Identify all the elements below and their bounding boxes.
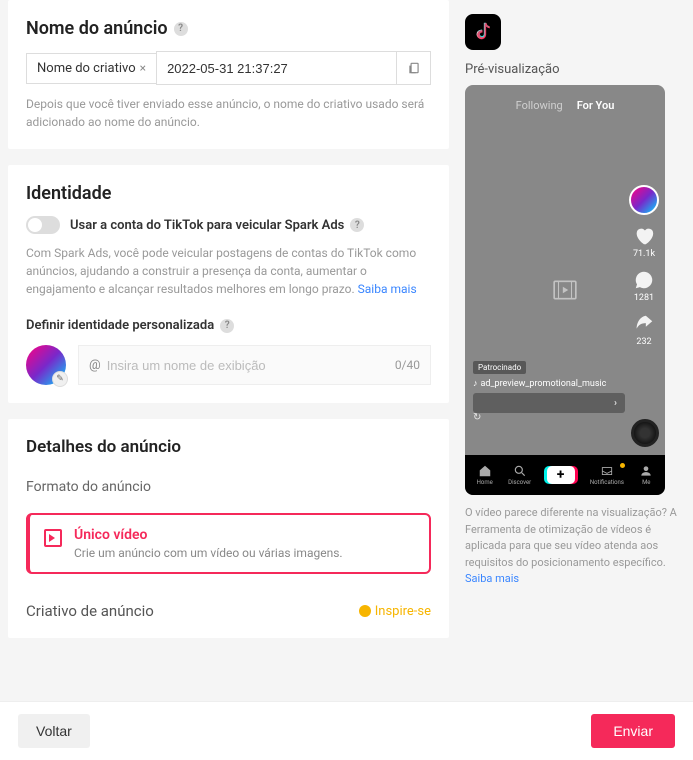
identity-section: Identidade Usar a conta do TikTok para v… xyxy=(8,165,449,403)
comment-count: 1281 xyxy=(634,293,654,303)
user-icon xyxy=(639,464,653,478)
share-count: 232 xyxy=(636,337,651,347)
nav-discover-label: Discover xyxy=(508,479,531,486)
phone-top-tabs: Following For You xyxy=(465,85,665,120)
phone-actions: 71.1k 1281 232 xyxy=(629,185,659,347)
ad-format-label: Formato do anúncio xyxy=(26,479,431,495)
single-video-title: Único vídeo xyxy=(74,527,343,543)
nav-discover[interactable]: Discover xyxy=(508,464,531,486)
display-name-input[interactable] xyxy=(107,358,395,373)
nav-notifications[interactable]: Notifications xyxy=(590,464,624,486)
spark-learn-more-link[interactable]: Saiba mais xyxy=(358,282,417,296)
preview-help: O vídeo parece diferente na visualização… xyxy=(465,505,685,588)
spark-ads-row: Usar a conta do TikTok para veicular Spa… xyxy=(26,216,431,234)
following-tab[interactable]: Following xyxy=(516,99,563,112)
preview-learn-more-link[interactable]: Saiba mais xyxy=(465,572,519,585)
cta-bar[interactable]: › xyxy=(473,393,625,413)
preview-column: Pré-visualização Following For You 71.1k… xyxy=(465,0,685,700)
spark-ads-help: Com Spark Ads, você pode veicular postag… xyxy=(26,244,431,298)
ad-details-title: Detalhes do anúncio xyxy=(26,437,431,457)
ad-name-title-text: Nome do anúncio xyxy=(26,18,168,39)
single-video-content: Único vídeo Crie um anúncio com um vídeo… xyxy=(74,527,343,560)
lightbulb-icon xyxy=(359,605,371,617)
video-placeholder-icon xyxy=(550,277,580,303)
close-icon[interactable]: × xyxy=(140,61,146,75)
spark-ads-label-text: Usar a conta do TikTok para veicular Spa… xyxy=(70,218,344,233)
spark-ads-toggle[interactable] xyxy=(26,216,60,234)
footer: Voltar Enviar xyxy=(0,701,693,760)
home-icon xyxy=(478,464,492,478)
submit-button[interactable]: Enviar xyxy=(591,714,675,748)
like-count: 71.1k xyxy=(633,249,655,259)
inspire-text: Inspire-se xyxy=(375,604,431,619)
ad-name-helper: Depois que você tiver enviado esse anúnc… xyxy=(26,95,431,131)
help-icon[interactable]: ? xyxy=(220,319,234,333)
nav-home[interactable]: Home xyxy=(477,464,493,486)
display-name-field[interactable]: @ 0/40 xyxy=(78,345,431,385)
preview-label: Pré-visualização xyxy=(465,62,685,77)
phone-nav: Home Discover + Notifications Me xyxy=(465,455,665,495)
music-row: ♪ ad_preview_promotional_music xyxy=(473,378,625,389)
inbox-icon xyxy=(600,464,614,478)
share-icon xyxy=(633,313,655,335)
profile-avatar-icon[interactable] xyxy=(629,185,659,215)
comment-icon xyxy=(633,269,655,291)
search-icon xyxy=(513,464,527,478)
nav-me[interactable]: Me xyxy=(639,464,653,486)
music-disc-icon xyxy=(631,419,659,447)
edit-icon[interactable]: ✎ xyxy=(52,371,68,387)
sponsored-badge: Patrocinado xyxy=(473,361,526,374)
creative-label: Criativo de anúncio xyxy=(26,602,154,620)
ad-name-title: Nome do anúncio ? xyxy=(26,18,431,39)
ad-name-section: Nome do anúncio ? Nome do criativo × Dep… xyxy=(8,0,449,149)
refresh-icon[interactable]: ↻ xyxy=(473,412,481,423)
char-count: 0/40 xyxy=(395,358,420,372)
like-action[interactable]: 71.1k xyxy=(633,225,655,259)
phone-preview: Following For You 71.1k 1281 232 xyxy=(465,85,665,495)
ad-name-input[interactable] xyxy=(156,51,397,85)
comment-action[interactable]: 1281 xyxy=(633,269,655,303)
music-note-icon: ♪ xyxy=(473,378,478,389)
display-name-row: ✎ @ 0/40 xyxy=(26,345,431,385)
inspire-link[interactable]: Inspire-se xyxy=(359,604,431,619)
music-text: ad_preview_promotional_music xyxy=(481,379,607,389)
share-action[interactable]: 232 xyxy=(633,313,655,347)
single-video-card[interactable]: Único vídeo Crie um anúncio com um vídeo… xyxy=(26,513,431,574)
creative-row: Criativo de anúncio Inspire-se xyxy=(26,602,431,620)
video-icon xyxy=(44,529,62,547)
avatar-wrapper: ✎ xyxy=(26,345,66,385)
back-button[interactable]: Voltar xyxy=(18,714,90,748)
single-video-desc: Crie um anúncio com um vídeo ou várias i… xyxy=(74,546,343,560)
at-sign: @ xyxy=(89,358,101,373)
help-icon[interactable]: ? xyxy=(174,22,188,36)
custom-identity-text: Definir identidade personalizada xyxy=(26,318,214,333)
nav-home-label: Home xyxy=(477,479,493,486)
identity-title: Identidade xyxy=(26,183,431,204)
preview-help-text: O vídeo parece diferente na visualização… xyxy=(465,506,677,569)
creative-name-chip: Nome do criativo × xyxy=(26,53,156,84)
phone-caption: Patrocinado ♪ ad_preview_promotional_mus… xyxy=(473,359,625,413)
for-you-tab[interactable]: For You xyxy=(577,99,615,112)
creative-name-chip-text: Nome do criativo xyxy=(37,61,136,76)
nav-notifications-label: Notifications xyxy=(590,479,624,486)
tiktok-logo-icon xyxy=(465,14,501,50)
ad-name-row: Nome do criativo × xyxy=(26,51,431,85)
custom-identity-label: Definir identidade personalizada ? xyxy=(26,318,431,333)
nav-create[interactable]: + xyxy=(547,466,575,484)
help-icon[interactable]: ? xyxy=(350,218,364,232)
copy-icon[interactable] xyxy=(397,51,431,85)
ad-details-section: Detalhes do anúncio Formato do anúncio Ú… xyxy=(8,419,449,638)
spark-ads-label: Usar a conta do TikTok para veicular Spa… xyxy=(70,218,364,233)
heart-icon xyxy=(633,225,655,247)
nav-me-label: Me xyxy=(642,479,650,486)
